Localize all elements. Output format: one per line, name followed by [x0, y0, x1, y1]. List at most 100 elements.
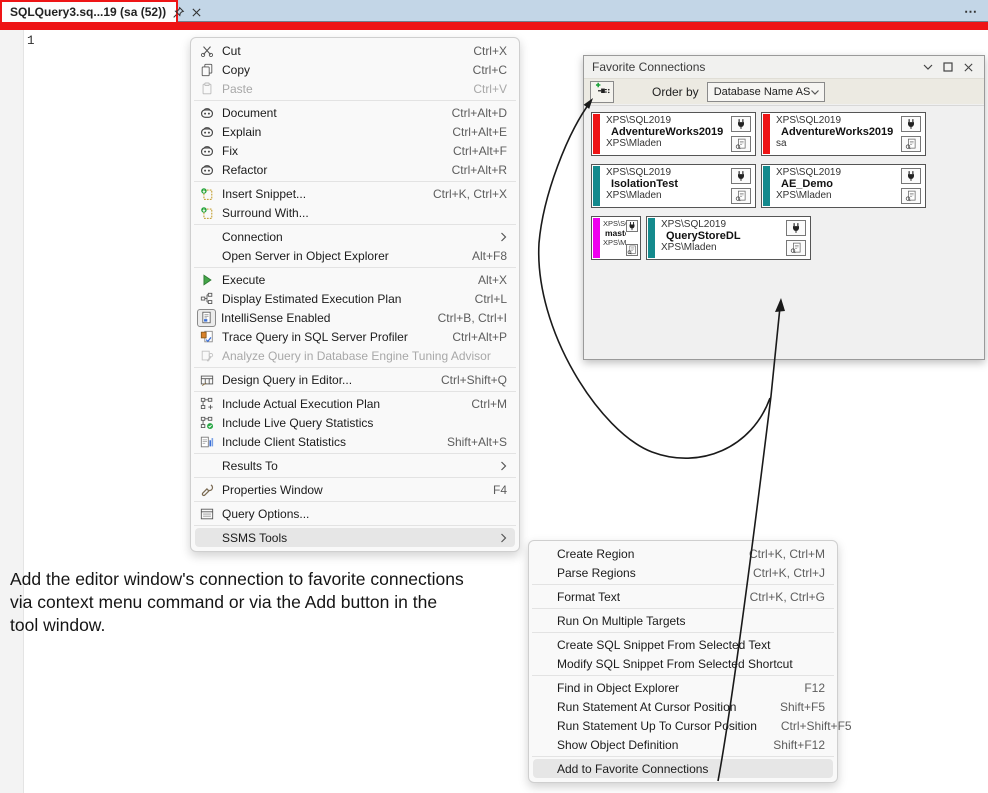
connection-card[interactable]: XPS\SQL2019IsolationTestXPS\Mladen	[591, 164, 756, 208]
menu-item[interactable]: Show Object DefinitionShift+F12	[533, 735, 833, 754]
editor-gutter	[0, 30, 24, 793]
menu-item[interactable]: Modify SQL Snippet From Selected Shortcu…	[533, 654, 833, 673]
menu-item-shortcut: F12	[804, 681, 825, 695]
connection-card[interactable]: XPS\SQL2019masterXPS\Mladen	[591, 216, 641, 260]
order-by-select[interactable]: Database Name ASC	[707, 82, 825, 102]
new-query-button[interactable]	[786, 240, 806, 256]
menu-item[interactable]: Results To	[195, 456, 515, 475]
add-connection-button[interactable]	[590, 81, 614, 103]
close-icon[interactable]	[191, 4, 202, 20]
new-query-button[interactable]	[731, 136, 751, 152]
connection-card[interactable]: XPS\SQL2019QueryStoreDLXPS\Mladen	[646, 216, 811, 260]
connection-card[interactable]: XPS\SQL2019AE_DemoXPS\Mladen	[761, 164, 926, 208]
menu-item[interactable]: Trace Query in SQL Server ProfilerCtrl+A…	[195, 327, 515, 346]
connection-card-text: XPS\SQL2019AdventureWorks2019sa	[771, 113, 901, 155]
menu-item[interactable]: Create SQL Snippet From Selected Text	[533, 635, 833, 654]
menu-item[interactable]: Run Statement Up To Cursor PositionCtrl+…	[533, 716, 833, 735]
menu-item[interactable]: ExecuteAlt+X	[195, 270, 515, 289]
menu-item[interactable]: Query Options...	[195, 504, 515, 523]
menu-item[interactable]: Display Estimated Execution PlanCtrl+L	[195, 289, 515, 308]
menu-item-shortcut: Shift+F5	[780, 700, 825, 714]
menu-item-label: Trace Query in SQL Server Profiler	[222, 330, 428, 344]
connect-button[interactable]	[901, 116, 921, 132]
maximize-icon[interactable]	[938, 58, 958, 76]
new-query-button[interactable]	[901, 136, 921, 152]
close-icon[interactable]	[958, 58, 978, 76]
new-query-button[interactable]	[626, 244, 638, 256]
menu-item[interactable]: Include Actual Execution PlanCtrl+M	[195, 394, 515, 413]
menu-item[interactable]: Run Statement At Cursor PositionShift+F5	[533, 697, 833, 716]
connect-button[interactable]	[626, 220, 638, 232]
menu-item[interactable]: Analyze Query in Database Engine Tuning …	[195, 346, 515, 365]
submenu-arrow-icon	[500, 232, 507, 242]
connection-color-stripe	[593, 166, 600, 206]
card-actions	[786, 217, 810, 259]
user-name: XPS\Mladen	[603, 238, 626, 247]
connect-button[interactable]	[786, 220, 806, 236]
pin-icon[interactable]	[172, 4, 185, 20]
plan-icon	[197, 292, 217, 306]
menu-item[interactable]: ExplainCtrl+Alt+E	[195, 122, 515, 141]
copilot-icon	[197, 125, 217, 139]
client-stats-icon	[197, 435, 217, 449]
menu-separator	[194, 224, 516, 225]
snippet-icon	[197, 187, 217, 201]
menu-item[interactable]: Add to Favorite Connections	[533, 759, 833, 778]
paste-icon	[197, 82, 217, 96]
connect-button[interactable]	[731, 168, 751, 184]
menu-item-label: SSMS Tools	[222, 531, 476, 545]
menu-item[interactable]: Surround With...	[195, 203, 515, 222]
menu-item-shortcut: Ctrl+K, Ctrl+G	[750, 590, 825, 604]
connection-card[interactable]: XPS\SQL2019AdventureWorks2019sa	[761, 112, 926, 156]
user-name: XPS\Mladen	[776, 190, 901, 201]
menu-item[interactable]: Design Query in Editor...Ctrl+Shift+Q	[195, 370, 515, 389]
menu-item-shortcut: Ctrl+Shift+Q	[441, 373, 507, 387]
menu-item[interactable]: SSMS Tools	[195, 528, 515, 547]
menu-item[interactable]: Include Live Query Statistics	[195, 413, 515, 432]
menu-item[interactable]: Find in Object ExplorerF12	[533, 678, 833, 697]
menu-item[interactable]: Properties WindowF4	[195, 480, 515, 499]
menu-item[interactable]: IntelliSense EnabledCtrl+B, Ctrl+I	[195, 308, 515, 327]
menu-item-label: Insert Snippet...	[222, 187, 409, 201]
card-actions	[901, 165, 925, 207]
card-actions	[901, 113, 925, 155]
order-by-value: Database Name ASC	[714, 86, 810, 98]
menu-item-label: Analyze Query in Database Engine Tuning …	[222, 349, 491, 363]
connect-button[interactable]	[731, 116, 751, 132]
menu-item[interactable]: Parse RegionsCtrl+K, Ctrl+J	[533, 563, 833, 582]
menu-item[interactable]: PasteCtrl+V	[195, 79, 515, 98]
menu-item[interactable]: Include Client StatisticsShift+Alt+S	[195, 432, 515, 451]
menu-item-label: Include Client Statistics	[222, 435, 423, 449]
menu-item-label: Create Region	[557, 547, 725, 561]
menu-item[interactable]: Run On Multiple Targets	[533, 611, 833, 630]
menu-separator	[194, 181, 516, 182]
connect-button[interactable]	[901, 168, 921, 184]
menu-item-label: Format Text	[557, 590, 726, 604]
menu-item[interactable]: Format Text Ctrl+K, Ctrl+G	[533, 587, 833, 606]
new-query-button[interactable]	[901, 188, 921, 204]
menu-item[interactable]: FixCtrl+Alt+F	[195, 141, 515, 160]
menu-item[interactable]: Connection	[195, 227, 515, 246]
menu-item-shortcut: Ctrl+B, Ctrl+I	[438, 311, 507, 325]
card-actions	[731, 113, 755, 155]
menu-item[interactable]: DocumentCtrl+Alt+D	[195, 103, 515, 122]
window-options-chevron-icon[interactable]	[918, 58, 938, 76]
menu-item[interactable]: CutCtrl+X	[195, 41, 515, 60]
new-query-button[interactable]	[731, 188, 751, 204]
menu-item[interactable]: Insert Snippet...Ctrl+K, Ctrl+X	[195, 184, 515, 203]
tab-sql-query[interactable]: SQLQuery3.sq...19 (sa (52))	[0, 0, 178, 22]
favorite-connections-window: Favorite Connections Order by Database N…	[583, 55, 985, 360]
tab-overflow-icon[interactable]: ⋯	[964, 4, 978, 20]
menu-item-label: Properties Window	[222, 483, 469, 497]
menu-item[interactable]: Open Server in Object ExplorerAlt+F8	[195, 246, 515, 265]
caption-line: via context menu command or via the Add …	[10, 591, 530, 614]
connection-color-stripe	[593, 114, 600, 154]
menu-item[interactable]: Create RegionCtrl+K, Ctrl+M	[533, 544, 833, 563]
menu-item-shortcut: Ctrl+Alt+R	[452, 163, 507, 177]
tab-title: SQLQuery3.sq...19 (sa (52))	[10, 5, 166, 19]
connection-card[interactable]: XPS\SQL2019AdventureWorks2019XPS\Mladen	[591, 112, 756, 156]
menu-item[interactable]: CopyCtrl+C	[195, 60, 515, 79]
menu-item[interactable]: RefactorCtrl+Alt+R	[195, 160, 515, 179]
copilot-icon	[197, 106, 217, 120]
menu-item-label: Document	[222, 106, 428, 120]
